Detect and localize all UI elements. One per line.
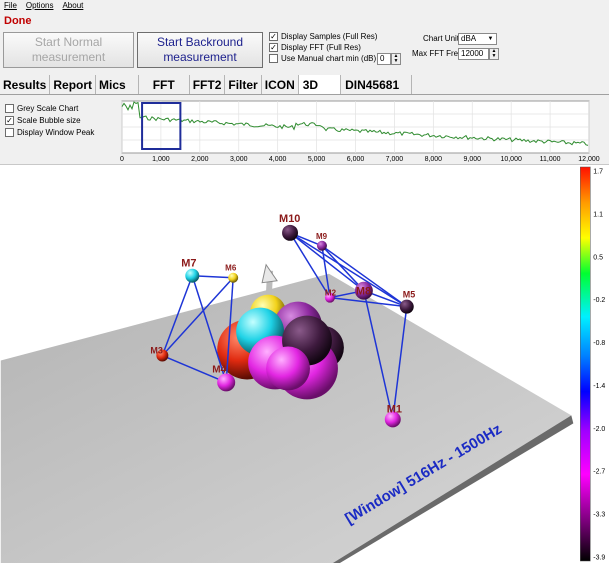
mic-label-m1: M1 <box>387 403 402 415</box>
display-fft-label: Display FFT (Full Res) <box>281 43 361 52</box>
start-normal-measurement-button[interactable]: Start Normal measurement <box>3 32 134 68</box>
tab-3d[interactable]: 3D <box>298 75 342 94</box>
tab-fft[interactable]: FFT <box>138 75 190 94</box>
mic-label-m8: M8 <box>356 286 371 298</box>
mic-label-m4: M4 <box>212 364 226 375</box>
mic-label-m10: M10 <box>279 213 300 225</box>
grey-scale-label: Grey Scale Chart <box>17 104 79 113</box>
colorbar-tick-label: -1.4 <box>593 383 605 390</box>
tab-din45681[interactable]: DIN45681 <box>341 75 413 94</box>
menu-bar: File Options About <box>0 0 609 12</box>
menu-about[interactable]: About <box>62 0 83 12</box>
fft-x-tick-label: 8,000 <box>425 156 443 163</box>
fft-x-tick-label: 2,000 <box>191 156 209 163</box>
scale-bubble-checkbox[interactable]: ✓ <box>5 116 14 125</box>
tab-filter[interactable]: Filter <box>225 75 262 94</box>
fft-x-ticks: 0 1,000 2,000 3,000 4,000 5,000 6,000 7,000 8,00… <box>120 156 600 163</box>
scale-bubble-option[interactable]: ✓ Scale Bubble size <box>5 116 81 125</box>
colorbar-tick-label: -3.3 <box>593 512 605 519</box>
fft-x-tick-label: 4,000 <box>269 156 287 163</box>
fft-x-tick-label: 3,000 <box>230 156 248 163</box>
tab-mics[interactable]: Mics <box>96 75 139 94</box>
window-peak-option[interactable]: Display Window Peak <box>5 128 94 137</box>
colorbar-tick-label: 1.7 <box>593 168 603 175</box>
window-peak-label: Display Window Peak <box>17 128 95 137</box>
window-peak-checkbox[interactable] <box>5 128 14 137</box>
manual-chart-min-checkbox[interactable] <box>269 54 278 63</box>
fft-x-tick-label: 10,000 <box>500 156 522 163</box>
mic-label-m6: M6 <box>225 264 237 273</box>
colorbar-tick-label: -0.8 <box>593 340 605 347</box>
mic-label-m7: M7 <box>181 258 196 270</box>
mic-label-m2: M2 <box>325 289 337 298</box>
mic-label-m5: M5 <box>403 290 415 300</box>
grey-scale-checkbox[interactable] <box>5 104 14 113</box>
spinner-icon[interactable]: ▲ ▼ <box>391 53 401 65</box>
status-text: Done <box>4 15 32 27</box>
colorbar-tick-label: -3.9 <box>593 555 605 562</box>
grey-scale-option[interactable]: Grey Scale Chart <box>5 104 78 113</box>
direction-arrow-head <box>261 263 278 284</box>
view-options-panel: Grey Scale Chart ✓ Scale Bubble size Dis… <box>0 95 120 163</box>
colorbar-ticks: 1.7 1.1 0.5 -0.2 -0.8 -1.4 -2.0 -2.7 -3.3 -3.9 <box>593 168 605 561</box>
colorbar-tick-label: -2.0 <box>593 426 605 433</box>
chart-units-select[interactable]: dBA ▼ <box>458 33 497 45</box>
tab-fft2[interactable]: FFT2 <box>189 75 226 94</box>
manual-chart-min-label: Use Manual chart min (dB) <box>281 54 377 63</box>
fft-x-tick-label: 0 <box>120 156 124 163</box>
tab-report[interactable]: Report <box>50 75 97 94</box>
tab-bar: Results Report Mics FFT FFT2 Filter ICON… <box>0 75 609 95</box>
manual-chart-min-input[interactable]: 0 ▲ ▼ <box>377 53 401 65</box>
max-fft-freq-input[interactable]: 12000 ▲ ▼ <box>458 48 499 60</box>
tab-results[interactable]: Results <box>0 75 51 94</box>
display-fft-option[interactable]: ✓ Display FFT (Full Res) <box>269 43 361 52</box>
colorbar-tick-label: -0.2 <box>593 297 605 304</box>
display-samples-checkbox[interactable]: ✓ <box>269 32 278 41</box>
colorbar-tick-label: -2.7 <box>593 469 605 476</box>
colorbar <box>580 166 591 562</box>
colorbar-tick-label: 1.1 <box>593 211 603 218</box>
scale-bubble-label: Scale Bubble size <box>17 116 81 125</box>
fft-x-tick-label: 6,000 <box>347 156 365 163</box>
tab-icon[interactable]: ICON <box>261 75 299 94</box>
max-fft-freq-label: Max FFT Freq <box>412 49 463 58</box>
chevron-down-icon: ▼ <box>487 36 494 42</box>
mic-label-m9: M9 <box>316 232 328 241</box>
menu-options[interactable]: Options <box>26 0 54 12</box>
fft-overview-chart[interactable]: 0 1,000 2,000 3,000 4,000 5,000 6,000 7,000 8,00… <box>113 98 607 164</box>
manual-chart-min-option[interactable]: Use Manual chart min (dB) <box>269 54 376 63</box>
fft-x-tick-label: 9,000 <box>463 156 481 163</box>
fft-x-tick-label: 7,000 <box>386 156 404 163</box>
fft-x-tick-label: 11,000 <box>540 156 561 163</box>
display-fft-checkbox[interactable]: ✓ <box>269 43 278 52</box>
fft-x-tick-label: 12,000 <box>578 156 600 163</box>
menu-file[interactable]: File <box>4 0 17 12</box>
fft-x-tick-label: 5,000 <box>308 156 326 163</box>
3d-view[interactable]: M10 M9 M7 M6 M8 M5 M3 M4 M2 M1 [Window] … <box>0 164 609 563</box>
mic-label-m3: M3 <box>150 346 162 356</box>
start-background-measurement-button[interactable]: Start Backround measurement <box>137 32 263 68</box>
display-samples-label: Display Samples (Full Res) <box>281 32 378 41</box>
spinner-icon[interactable]: ▲ ▼ <box>489 48 499 60</box>
chart-units-label: Chart Units <box>423 34 464 43</box>
colorbar-tick-label: 0.5 <box>593 254 603 261</box>
display-samples-option[interactable]: ✓ Display Samples (Full Res) <box>269 32 377 41</box>
fft-x-tick-label: 1,000 <box>152 156 170 163</box>
